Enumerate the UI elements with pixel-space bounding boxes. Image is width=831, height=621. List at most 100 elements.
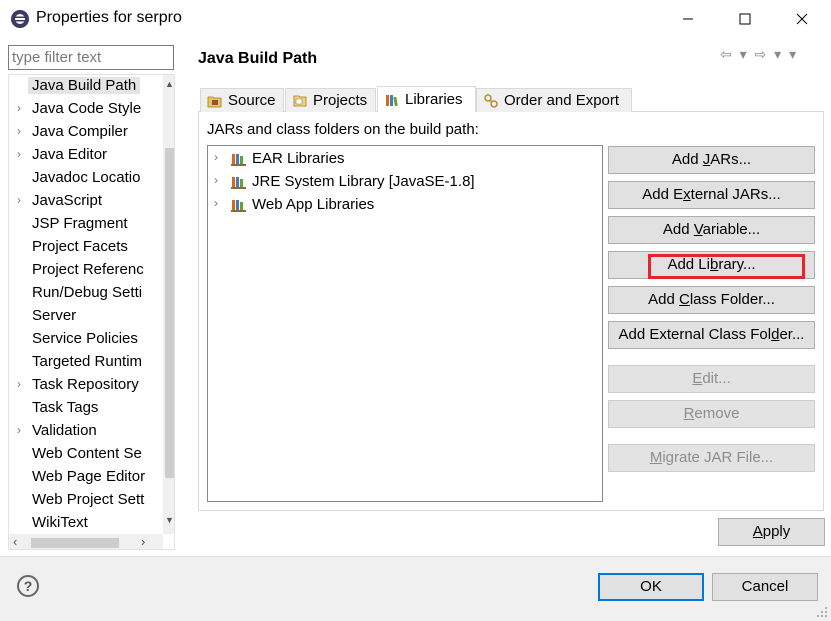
apply-button[interactable]: Apply <box>718 518 825 546</box>
tab-libraries[interactable]: Libraries <box>377 86 476 112</box>
order-export-icon <box>484 93 498 108</box>
chevron-right-icon[interactable]: › <box>17 101 21 115</box>
button-label-mnemonic: E <box>692 370 703 387</box>
maximize-button[interactable] <box>716 0 773 38</box>
library-label: Web App Libraries <box>252 196 375 213</box>
minimize-button[interactable] <box>659 0 716 38</box>
nav-item-java-build-path[interactable]: Java Build Path <box>9 75 157 98</box>
chevron-right-icon[interactable]: › <box>17 124 21 138</box>
button-label-post: er... <box>779 326 805 343</box>
nav-item-web-project-settings[interactable]: Web Project Sett <box>9 489 157 512</box>
add-variable-button[interactable]: Add Variable... <box>608 216 815 244</box>
nav-item-run-debug-settings[interactable]: Run/Debug Setti <box>9 282 157 305</box>
tab-label: Order and Export <box>504 92 620 109</box>
nav-item-label: Validation <box>32 422 97 439</box>
add-external-class-folder-button[interactable]: Add External Class Folder... <box>608 321 815 349</box>
resize-grip-icon[interactable] <box>815 605 829 619</box>
add-external-jars-button[interactable]: Add External JARs... <box>608 181 815 209</box>
library-label: JRE System Library [JavaSE-1.8] <box>252 173 475 190</box>
nav-item-label: Targeted Runtim <box>32 353 143 370</box>
nav-item-label: JavaScript <box>32 192 103 209</box>
nav-item-label: Java Code Style <box>32 100 142 117</box>
build-path-label: JARs and class folders on the build path… <box>207 121 479 138</box>
scroll-up-icon[interactable]: ▲ <box>165 79 174 89</box>
chevron-right-icon[interactable]: › <box>17 147 21 161</box>
nav-item-java-code-style[interactable]: › Java Code Style <box>9 98 157 121</box>
chevron-right-icon[interactable]: › <box>17 193 21 207</box>
nav-item-label: Web Content Se <box>32 445 142 462</box>
nav-item-project-facets[interactable]: Project Facets <box>9 236 157 259</box>
add-library-highlight-box <box>648 254 805 279</box>
vertical-scroll-thumb[interactable] <box>165 148 174 478</box>
vertical-scrollbar[interactable]: ▲ ▼ <box>163 75 174 534</box>
migrate-jar-file-button[interactable]: Migrate JAR File... <box>608 444 815 472</box>
nav-item-server[interactable]: Server <box>9 305 157 328</box>
nav-item-task-repository[interactable]: › Task Repository <box>9 374 157 397</box>
button-label-post: ariable... <box>702 221 761 238</box>
chevron-right-icon[interactable]: › <box>214 173 218 187</box>
button-label-post: dit... <box>702 370 731 387</box>
scroll-right-icon[interactable]: › <box>141 534 145 549</box>
nav-item-label: Service Policies <box>32 330 138 347</box>
tab-order-and-export[interactable]: Order and Export <box>476 88 632 112</box>
filter-input[interactable] <box>8 45 174 70</box>
horizontal-scroll-thumb[interactable] <box>31 538 119 548</box>
source-folder-icon <box>207 96 222 107</box>
chevron-right-icon[interactable]: › <box>214 150 218 164</box>
close-button[interactable] <box>773 0 830 38</box>
add-class-folder-button[interactable]: Add Class Folder... <box>608 286 815 314</box>
chevron-right-icon[interactable]: › <box>214 196 218 210</box>
nav-item-label: Server <box>32 307 77 324</box>
nav-item-validation[interactable]: › Validation <box>9 420 157 443</box>
dialog-footer <box>0 556 831 621</box>
nav-item-java-editor[interactable]: › Java Editor <box>9 144 157 167</box>
nav-item-targeted-runtimes[interactable]: Targeted Runtim <box>9 351 157 374</box>
nav-item-label: WikiText <box>32 514 88 531</box>
close-icon <box>796 13 807 25</box>
nav-item-web-page-editor[interactable]: Web Page Editor <box>9 466 157 489</box>
horizontal-scrollbar[interactable]: ‹ › <box>9 534 163 549</box>
nav-item-label: JSP Fragment <box>32 215 128 232</box>
scroll-down-icon[interactable]: ▼ <box>165 515 174 525</box>
properties-nav-tree: Java Build Path › Java Code Style › Java… <box>8 74 175 550</box>
nav-item-label: Web Project Sett <box>32 491 145 508</box>
button-label-pre: Add E <box>642 186 684 203</box>
nav-item-java-compiler[interactable]: › Java Compiler <box>9 121 157 144</box>
page-title: Java Build Path <box>198 50 318 67</box>
nav-item-javadoc-location[interactable]: Javadoc Locatio <box>9 167 157 190</box>
button-label-mnemonic: V <box>693 221 703 238</box>
nav-item-label: Java Compiler <box>32 123 128 140</box>
library-icon <box>231 200 246 212</box>
cancel-button[interactable]: Cancel <box>712 573 818 601</box>
add-jars-button[interactable]: Add JARs... <box>608 146 815 174</box>
nav-item-label: Web Page Editor <box>32 468 146 485</box>
library-label: EAR Libraries <box>252 150 345 167</box>
nav-item-task-tags[interactable]: Task Tags <box>9 397 157 420</box>
scroll-left-icon[interactable]: ‹ <box>13 534 17 549</box>
tab-source[interactable]: Source <box>200 88 284 112</box>
tab-projects[interactable]: Projects <box>285 88 376 112</box>
nav-item-label: Javadoc Locatio <box>32 169 141 186</box>
chevron-right-icon[interactable]: › <box>17 377 21 391</box>
edit-button[interactable]: Edit... <box>608 365 815 393</box>
button-label-post: igrate JAR File... <box>662 449 774 466</box>
button-label-pre: Add External Class Fol <box>618 326 772 343</box>
libraries-tree[interactable]: › EAR Libraries › JRE System Library [Ja… <box>207 145 603 502</box>
button-label-post: ternal JARs... <box>690 186 781 203</box>
help-icon[interactable]: ? <box>17 575 39 597</box>
library-icon <box>231 177 246 189</box>
remove-button[interactable]: Remove <box>608 400 815 428</box>
nav-item-web-content-settings[interactable]: Web Content Se <box>9 443 157 466</box>
button-label-mnemonic: A <box>752 523 763 540</box>
nav-item-javascript[interactable]: › JavaScript <box>9 190 157 213</box>
chevron-right-icon[interactable]: › <box>17 423 21 437</box>
ok-button[interactable]: OK <box>598 573 704 601</box>
nav-item-label: Java Build Path <box>28 77 141 94</box>
history-nav-arrows[interactable]: ⇦ ▾ ⇨ ▾ ▾ <box>720 46 798 63</box>
nav-item-service-policies[interactable]: Service Policies <box>9 328 157 351</box>
nav-item-jsp-fragment[interactable]: JSP Fragment <box>9 213 157 236</box>
nav-item-project-references[interactable]: Project Referenc <box>9 259 157 282</box>
nav-item-label: Project Referenc <box>32 261 144 278</box>
button-label-mnemonic: C <box>678 291 690 308</box>
nav-item-wikitext[interactable]: WikiText <box>9 512 157 535</box>
